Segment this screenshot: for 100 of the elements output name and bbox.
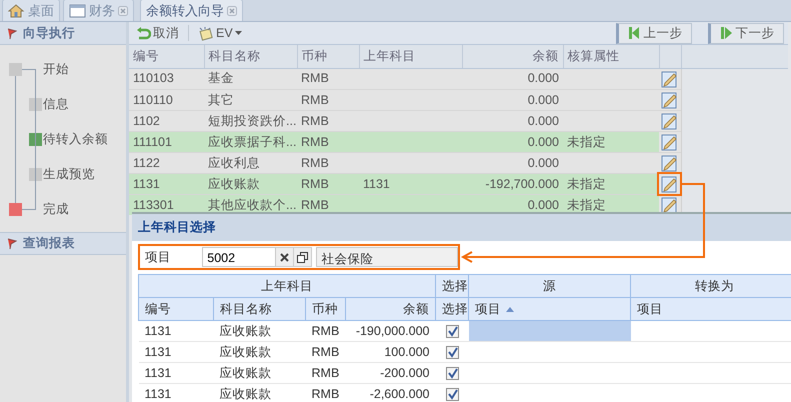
step-label[interactable]: 信息 (43, 95, 69, 114)
step-label[interactable]: 完成 (43, 200, 69, 219)
column-header[interactable]: 科目名称 (204, 45, 297, 68)
column-header[interactable]: 项目 (630, 298, 791, 320)
checkbox[interactable] (446, 388, 458, 400)
table-cell: 应收账款 (220, 366, 272, 380)
column-header[interactable]: 余额 (346, 298, 436, 320)
table-cell: 1131 (144, 386, 172, 401)
group-header: 源 (468, 274, 630, 298)
edit-icon[interactable] (661, 175, 678, 193)
house-icon (8, 2, 25, 18)
field-label: 项目 (145, 248, 172, 266)
dialog-title: 上年科目选择 (132, 214, 791, 241)
table-row[interactable]: 1102 短期投资跌价... RMB 0.000 (129, 110, 681, 132)
edit-icon[interactable] (661, 196, 678, 214)
table-cell: 未指定 (567, 198, 606, 212)
table-cell: 0.000 (528, 198, 559, 212)
checkbox[interactable] (446, 366, 458, 380)
column-header[interactable]: 核算属性 (563, 45, 659, 68)
checkbox[interactable] (446, 324, 458, 338)
table-row[interactable]: 110103 基金 RMB 0.000 (129, 68, 681, 90)
column-header[interactable]: 选择 (436, 298, 468, 320)
table-cell: -190,000.000 (356, 324, 430, 338)
group-header: 转换为 (630, 274, 791, 298)
table-cell: 其它 (208, 92, 234, 107)
close-icon[interactable] (118, 6, 128, 16)
cancel-button[interactable]: 取消 (133, 24, 182, 42)
edit-icon[interactable] (661, 133, 678, 151)
column-header[interactable]: 科目名称 (214, 298, 306, 320)
highlight-frame (657, 172, 682, 196)
table-cell: RMB (301, 134, 329, 149)
column-header[interactable]: 上年科目 (359, 45, 462, 68)
table-cell: RMB (301, 71, 329, 86)
clear-icon[interactable] (280, 252, 290, 262)
table-row[interactable]: 1122 应收利息 RMB 0.000 (129, 152, 681, 174)
table-cell: 1122 (133, 156, 160, 170)
column-header[interactable]: 币种 (306, 298, 346, 320)
table-cell: 未指定 (567, 134, 606, 149)
sort-ascending-icon[interactable] (505, 306, 515, 312)
table-cell: -2,600.000 (370, 386, 430, 401)
checkbox[interactable] (446, 346, 458, 358)
column-header[interactable]: 币种 (297, 45, 359, 68)
step-label[interactable]: 生成预览 (43, 165, 95, 184)
edit-icon[interactable] (661, 70, 678, 88)
table-cell: RMB (301, 114, 329, 128)
flag-icon (6, 237, 17, 250)
table-cell: 1131 (363, 176, 390, 191)
table-cell: 110110 (133, 92, 173, 107)
table-cell: 110103 (133, 71, 174, 86)
close-icon[interactable] (227, 6, 237, 16)
table-cell: 应收账款 (220, 344, 272, 359)
table-cell: 其他应收款个... (208, 198, 296, 212)
table-cell: -200.000 (380, 366, 430, 380)
column-header[interactable]: 余额 (462, 45, 563, 68)
group-header: 选择 (436, 274, 468, 298)
tab[interactable]: 余额转入向导 (140, 0, 243, 21)
table-cell: 0.000 (528, 92, 559, 107)
next-button[interactable]: 下一步 (708, 22, 784, 44)
table-cell: 应收利息 (208, 156, 260, 170)
browse-button[interactable] (294, 247, 312, 267)
table-cell: RMB (301, 92, 329, 107)
table-cell: RMB (301, 198, 329, 212)
copy-icon[interactable] (297, 252, 308, 262)
table-cell: RMB (301, 176, 329, 191)
table-cell: -192,700.000 (485, 176, 559, 191)
table-cell: 应收账款 (220, 324, 272, 338)
table-cell: 应收账款 (208, 176, 260, 191)
table-cell: 1131 (144, 344, 172, 359)
clear-button[interactable] (276, 247, 294, 267)
table-row[interactable]: 1131 应收账款 RMB 1131 -192,700.000 未指定 (129, 174, 681, 194)
table-cell: 113301 (133, 198, 174, 212)
table-cell: 1131 (133, 176, 160, 191)
table-cell: RMB (301, 156, 329, 170)
table-cell: RMB (312, 344, 340, 359)
caret-icon (234, 31, 242, 35)
wand-icon (198, 26, 214, 40)
table-cell: 100.000 (384, 344, 430, 359)
table-row[interactable]: 111101 应收票据子科... RMB 0.000 未指定 (129, 132, 681, 152)
table-cell: 1102 (133, 114, 160, 128)
code-field[interactable]: 5002 (202, 247, 276, 267)
table-cell: 111101 (133, 134, 172, 149)
edit-icon[interactable] (661, 112, 678, 130)
step-label[interactable]: 待转入余额 (43, 130, 108, 149)
column-header[interactable]: 编号 (129, 45, 204, 68)
table-cell: RMB (312, 366, 340, 380)
undo-icon (136, 26, 151, 40)
window-icon (69, 2, 86, 18)
column-header[interactable]: 项目 (468, 298, 630, 320)
edit-icon[interactable] (661, 154, 678, 172)
step-label[interactable]: 开始 (43, 60, 69, 79)
group-header: 上年科目 (138, 274, 436, 298)
previous-button[interactable]: 上一步 (616, 22, 692, 44)
ev-menu-button[interactable]: EV (195, 24, 245, 42)
table-cell[interactable] (468, 320, 630, 342)
table-cell: RMB (312, 324, 340, 338)
edit-icon[interactable] (661, 91, 678, 109)
table-row[interactable]: 110110 其它 RMB 0.000 (129, 90, 681, 110)
column-header[interactable]: 编号 (138, 298, 214, 320)
table-cell: 0.000 (528, 114, 559, 128)
table-cell: 未指定 (567, 176, 606, 191)
